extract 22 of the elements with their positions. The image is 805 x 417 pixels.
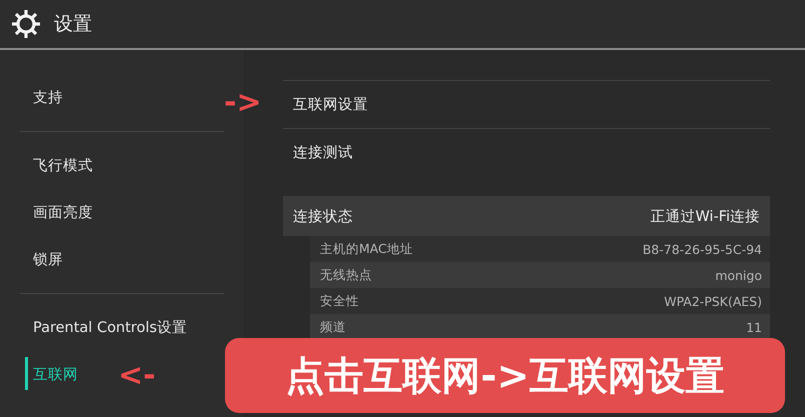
status-label: 连接状态 bbox=[293, 208, 353, 226]
detail-value: B8-78-26-95-5C-94 bbox=[642, 242, 762, 256]
sidebar-item[interactable]: 飞行模式 bbox=[20, 142, 224, 189]
settings-icon bbox=[10, 8, 42, 40]
status-value: 正通过Wi-Fi连接 bbox=[650, 208, 760, 226]
sidebar-item[interactable]: 支持 bbox=[20, 74, 224, 121]
detail-value: WPA2-PSK(AES) bbox=[664, 294, 762, 308]
detail-label: 主机的MAC地址 bbox=[320, 240, 413, 258]
detail-label: 频道 bbox=[320, 318, 346, 336]
sidebar-item[interactable]: Parental Controls设置 bbox=[20, 304, 224, 351]
detail-label: 无线热点 bbox=[320, 266, 372, 284]
sidebar-item[interactable]: 画面亮度 bbox=[20, 189, 224, 236]
detail-label: 安全性 bbox=[320, 292, 359, 310]
arrow-note: <- bbox=[118, 361, 156, 391]
detail-value: 11 bbox=[746, 320, 762, 334]
page-title: 设置 bbox=[54, 12, 92, 37]
menu-item[interactable]: 互联网设置 bbox=[283, 80, 770, 128]
instruction-banner: 点击互联网->互联网设置 bbox=[225, 338, 785, 413]
arrow-note: -> bbox=[224, 88, 262, 118]
detail-value: monigo bbox=[715, 268, 762, 282]
menu-item[interactable]: 连接测试 bbox=[283, 128, 770, 176]
sidebar-item[interactable]: 锁屏 bbox=[20, 236, 224, 283]
